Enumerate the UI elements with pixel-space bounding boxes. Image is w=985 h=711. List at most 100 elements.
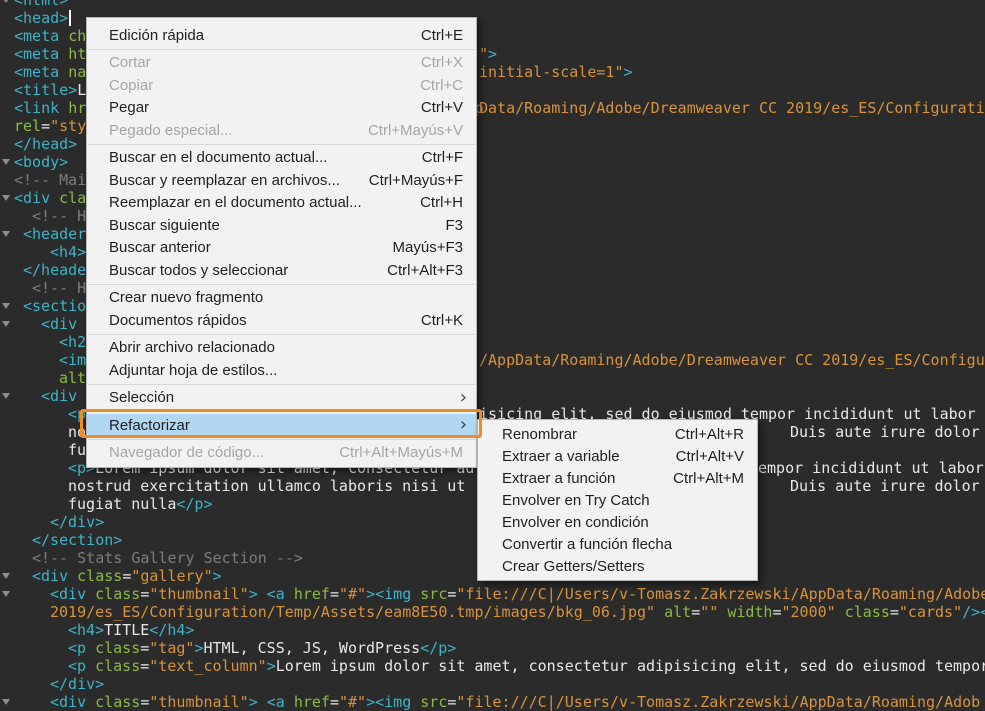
menu-separator — [88, 284, 475, 285]
context-menu-item-buscar-siguiente[interactable]: Buscar siguienteF3 — [87, 214, 476, 237]
code-text: Lorem ipsum dolor sit amet, consectetur … — [276, 657, 985, 675]
menu-item-shortcut: Ctrl+Mayús+V — [368, 122, 463, 139]
code-line: <div class="gallery"> — [32, 567, 222, 585]
refactor-submenu-item-extraer-a-variable[interactable]: Extraer a variableCtrl+Alt+V — [478, 445, 757, 467]
code-tag: </div> — [50, 675, 104, 693]
menu-item-shortcut: Ctrl+Mayús+F — [369, 172, 463, 189]
context-menu-item-buscar-todos-y-seleccionar[interactable]: Buscar todos y seleccionarCtrl+Alt+F3 — [87, 259, 476, 282]
context-menu-item-crear-nuevo-fragmento[interactable]: Crear nuevo fragmento — [87, 287, 476, 310]
code-string: " — [479, 45, 488, 63]
code-text: TITLE — [104, 621, 149, 639]
context-menu-item-buscar-en-el-documento-actual[interactable]: Buscar en el documento actual...Ctrl+F — [87, 147, 476, 170]
refactor-submenu-item-convertir-a-funcion-flecha[interactable]: Convertir a función flecha — [478, 533, 757, 555]
code-tag: <link — [14, 99, 68, 117]
code-text: = — [122, 567, 131, 585]
code-line: </head> — [14, 135, 77, 153]
code-line: /AppData/Roaming/Adobe/Dreamweaver CC 20… — [479, 351, 985, 369]
code-line: <body> — [14, 153, 68, 171]
code-text: = — [890, 603, 899, 621]
menu-item-shortcut: Ctrl+Alt+Mayús+M — [339, 444, 463, 461]
code-fold-toggle-icon[interactable] — [2, 699, 10, 705]
code-line: Duis aute irure dolor in — [790, 423, 985, 441]
code-attribute: class — [845, 603, 890, 621]
context-menu-item-reemplazar-en-el-documento-actual[interactable]: Reemplazar en el documento actual...Ctrl… — [87, 192, 476, 215]
code-tag: <div — [50, 585, 95, 603]
menu-item-shortcut: Ctrl+Alt+M — [673, 470, 744, 487]
menu-item-label: Envolver en Try Catch — [502, 492, 650, 509]
context-menu-item-cortar: CortarCtrl+X — [87, 52, 476, 75]
context-menu-item-buscar-y-reemplazar-en-archivos[interactable]: Buscar y reemplazar en archivos... Ctrl+M… — [87, 169, 476, 192]
code-fold-toggle-icon[interactable] — [2, 195, 10, 201]
refactor-submenu-item-envolver-en-try-catch[interactable]: Envolver en Try Catch — [478, 489, 757, 511]
code-line: <!-- Stats Gallery Section --> — [32, 549, 303, 567]
code-tag: ><img — [366, 585, 420, 603]
menu-item-label: Buscar anterior — [109, 239, 211, 256]
code-tag: </p> — [176, 495, 212, 513]
code-line: fugiat nulla</p> — [68, 495, 213, 513]
code-text: empor incididunt ut labor — [758, 459, 984, 477]
code-attribute: class — [95, 585, 140, 603]
code-line: Duis aute irure dolor in — [790, 477, 985, 495]
code-attribute: alt — [664, 603, 691, 621]
code-tag: <title> — [14, 81, 77, 99]
code-line: </div> — [50, 675, 104, 693]
code-string: "tag" — [149, 639, 194, 657]
code-attribute: href — [294, 693, 330, 711]
code-tag: <p — [68, 639, 95, 657]
code-text: = — [41, 117, 50, 135]
code-tag: > — [488, 45, 497, 63]
context-menu-item-seleccion[interactable]: Selección› — [87, 387, 476, 410]
refactor-submenu: RenombrarCtrl+Alt+RExtraer a variableCtr… — [477, 419, 758, 581]
submenu-arrow-icon: › — [460, 416, 467, 434]
code-fold-toggle-icon[interactable] — [2, 0, 10, 3]
menu-item-shortcut: Ctrl+Alt+F3 — [387, 262, 463, 279]
code-fold-toggle-icon[interactable] — [2, 159, 10, 165]
refactor-submenu-item-renombrar[interactable]: RenombrarCtrl+Alt+R — [478, 423, 757, 445]
menu-item-label: Adjuntar hoja de estilos... — [109, 362, 277, 379]
context-menu-item-abrir-archivo-relacionado[interactable]: Abrir archivo relacionado — [87, 337, 476, 360]
code-tag: />< — [962, 603, 985, 621]
menu-item-shortcut: Ctrl+C — [420, 77, 463, 94]
context-menu-item-documentos-rapidos[interactable]: Documentos rápidosCtrl+K — [87, 309, 476, 332]
menu-item-label: Buscar y reemplazar en archivos... — [109, 172, 340, 189]
code-string: "cards" — [899, 603, 962, 621]
code-attribute: class — [95, 657, 140, 675]
code-fold-toggle-icon[interactable] — [2, 573, 10, 579]
code-fold-toggle-icon[interactable] — [2, 303, 10, 309]
code-string: "thumbnail" — [149, 585, 248, 603]
code-tag: <html> — [14, 0, 68, 9]
context-menu-item-pegar[interactable]: PegarCtrl+V — [87, 97, 476, 120]
menu-item-shortcut: Ctrl+K — [421, 312, 463, 329]
context-menu-item-refactorizar[interactable]: Refactorizar› — [87, 414, 476, 437]
code-tag: <div — [32, 567, 77, 585]
code-attribute: class — [95, 639, 140, 657]
menu-item-label: Abrir archivo relacionado — [109, 339, 275, 356]
code-fold-toggle-icon[interactable] — [2, 591, 10, 597]
code-text: = — [330, 585, 339, 603]
menu-item-label: Selección — [109, 389, 174, 406]
code-string: "file:///C|/Users/v-Tomasz.Zakrzewski/Ap… — [456, 693, 980, 711]
code-string: "file:///C|/Users/v-Tomasz.Zakrzewski/Ap… — [456, 585, 985, 603]
code-line: Data/Roaming/Adobe/Dreamweaver CC 2019/e… — [479, 99, 985, 117]
code-tag: </section> — [32, 531, 122, 549]
context-menu-item-adjuntar-hoja-de-estilos[interactable]: Adjuntar hoja de estilos... — [87, 359, 476, 382]
menu-item-shortcut: Mayús+F3 — [393, 239, 463, 256]
code-fold-toggle-icon[interactable] — [2, 393, 10, 399]
code-fold-toggle-icon[interactable] — [2, 321, 10, 327]
refactor-submenu-item-envolver-en-condicion[interactable]: Envolver en condición — [478, 511, 757, 533]
context-menu-item-edicion-rapida[interactable]: Edición rápidaCtrl+E — [87, 24, 476, 47]
code-fold-toggle-icon[interactable] — [2, 231, 10, 237]
code-text: = — [140, 639, 149, 657]
code-tag: </h4> — [149, 621, 194, 639]
refactor-submenu-item-extraer-a-funcion[interactable]: Extraer a funciónCtrl+Alt+M — [478, 467, 757, 489]
context-menu-item-buscar-anterior[interactable]: Buscar anterior Mayús+F3 — [87, 237, 476, 260]
menu-separator — [88, 144, 475, 145]
menu-item-label: Buscar en el documento actual... — [109, 149, 327, 166]
code-text: = — [140, 693, 149, 711]
code-tag: <p — [68, 657, 95, 675]
code-text: = — [140, 657, 149, 675]
code-tag: <div — [41, 315, 86, 333]
code-tag: > <a — [249, 693, 294, 711]
refactor-submenu-item-crear-getters-setters[interactable]: Crear Getters/Setters — [478, 555, 757, 577]
code-line: initial-scale=1"> — [479, 63, 633, 81]
